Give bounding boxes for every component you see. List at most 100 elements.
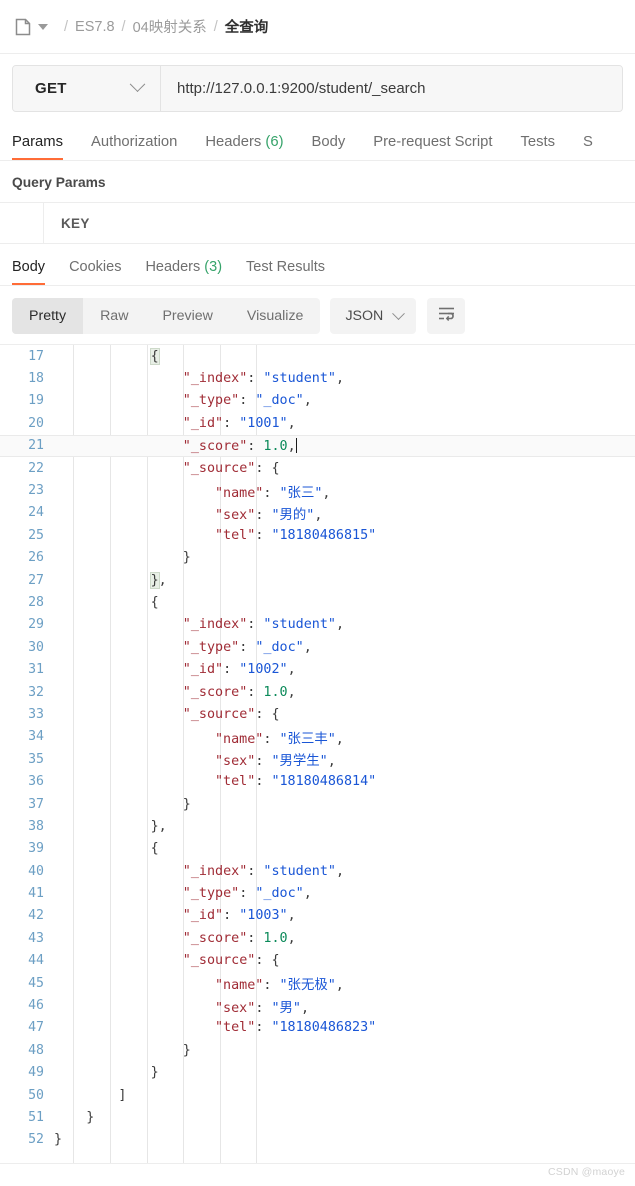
code-token: "student" — [263, 617, 336, 633]
code-line[interactable]: 38}, — [0, 815, 635, 837]
code-line[interactable]: 36 "tel": "18180486814" — [0, 770, 635, 792]
format-visualize-button[interactable]: Visualize — [230, 298, 321, 334]
code-token: : — [255, 527, 272, 543]
tab-authorization[interactable]: Authorization — [91, 134, 177, 160]
breadcrumb-separator-0: / — [64, 18, 69, 35]
tab-body[interactable]: Body — [312, 134, 346, 160]
code-line[interactable]: 47 "tel": "18180486823" — [0, 1017, 635, 1039]
code-line[interactable]: 44 "_source": { — [0, 950, 635, 972]
code-token: "tel" — [215, 527, 256, 543]
code-line[interactable]: 33 "_source": { — [0, 703, 635, 725]
breadcrumb-item-1[interactable]: 04映射关系 — [133, 16, 207, 37]
code-token: 1.0 — [263, 684, 288, 700]
code-line[interactable]: 22 "_source": { — [0, 457, 635, 479]
line-number: 50 — [28, 1087, 44, 1103]
code-line[interactable]: 42 "_id": "1003", — [0, 905, 635, 927]
document-icon[interactable] — [14, 17, 32, 37]
text-cursor — [295, 437, 298, 453]
breadcrumb-item-0[interactable]: ES7.8 — [75, 19, 115, 35]
code-text: { — [149, 347, 160, 365]
code-line[interactable]: 19 "_type": "_doc", — [0, 390, 635, 412]
code-line[interactable]: 29 "_index": "student", — [0, 614, 635, 636]
code-token: : — [239, 393, 256, 409]
tab-params[interactable]: Params — [12, 134, 63, 160]
code-token: "tel" — [215, 1020, 256, 1036]
code-line[interactable]: 23 "name": "张三", — [0, 479, 635, 501]
code-line[interactable]: 32 "_score": 1.0, — [0, 681, 635, 703]
tab-pre-request-script[interactable]: Pre-request Script — [373, 134, 492, 160]
select-all-checkbox-cell[interactable] — [0, 203, 44, 243]
response-tab-headers[interactable]: Headers (3) — [145, 259, 222, 285]
response-language-dropdown[interactable]: JSON — [330, 298, 417, 334]
code-line[interactable]: 24 "sex": "男的", — [0, 502, 635, 524]
wrap-lines-button[interactable] — [427, 298, 466, 334]
code-line[interactable]: 31 "_id": "1002", — [0, 658, 635, 680]
tab-pre-request-script-label: Pre-request Script — [373, 134, 493, 150]
code-token: : — [263, 978, 280, 994]
breadcrumb-item-current[interactable]: 全查询 — [225, 16, 269, 37]
tab-settings[interactable]: S — [583, 134, 593, 160]
code-line[interactable]: 39 { — [0, 838, 635, 860]
line-number: 45 — [28, 975, 44, 991]
code-token: ] — [118, 1087, 127, 1103]
line-number: 51 — [28, 1109, 44, 1125]
code-line[interactable]: 18 "_index": "student", — [0, 367, 635, 389]
code-line[interactable]: 40 "_index": "student", — [0, 860, 635, 882]
bracket-match: { — [149, 347, 160, 365]
code-line[interactable]: 50] — [0, 1084, 635, 1106]
format-preview-button[interactable]: Preview — [145, 298, 229, 334]
code-line[interactable]: 34 "name": "张三丰", — [0, 726, 635, 748]
code-token: "student" — [263, 371, 336, 387]
response-tab-test-results[interactable]: Test Results — [246, 259, 325, 285]
http-method-dropdown[interactable]: GET — [13, 66, 161, 111]
tab-headers[interactable]: Headers (6) — [205, 134, 283, 160]
line-number: 24 — [28, 505, 44, 521]
code-line[interactable]: 49} — [0, 1062, 635, 1084]
format-visualize-label: Visualize — [246, 308, 304, 324]
response-tab-cookies[interactable]: Cookies — [69, 259, 121, 285]
code-line[interactable]: 43 "_score": 1.0, — [0, 927, 635, 949]
code-token: : — [223, 662, 240, 678]
code-token: : — [255, 1000, 272, 1016]
code-token: "_type" — [182, 639, 240, 655]
format-pretty-button[interactable]: Pretty — [12, 298, 84, 334]
code-line[interactable]: 51} — [0, 1106, 635, 1128]
code-line[interactable]: 28 { — [0, 591, 635, 613]
code-line[interactable]: 37} — [0, 793, 635, 815]
code-line[interactable]: 45 "name": "张无极", — [0, 972, 635, 994]
format-raw-button[interactable]: Raw — [83, 298, 145, 334]
code-line[interactable]: 20 "_id": "1001", — [0, 412, 635, 434]
url-input[interactable]: http://127.0.0.1:9200/student/_search — [161, 66, 622, 111]
code-line[interactable]: 25 "tel": "18180486815" — [0, 524, 635, 546]
breadcrumb: / ES7.8 / 04映射关系 / 全查询 — [0, 0, 635, 54]
code-line[interactable]: 52} — [0, 1129, 635, 1151]
code-token: "tel" — [215, 774, 256, 790]
tab-tests[interactable]: Tests — [521, 134, 556, 160]
code-token: "_doc" — [255, 393, 304, 409]
caret-down-icon[interactable] — [38, 23, 48, 30]
code-line[interactable]: 17 { — [0, 345, 635, 367]
code-token: "18180486823" — [271, 1020, 377, 1036]
column-header-key-cell: KEY — [44, 203, 90, 243]
response-tab-body[interactable]: Body — [12, 259, 46, 285]
line-number: 43 — [28, 930, 44, 946]
request-tabs: Params Authorization Headers (6) Body Pr… — [0, 121, 635, 161]
tab-authorization-label: Authorization — [90, 134, 178, 150]
code-line[interactable]: 26} — [0, 547, 635, 569]
response-body-viewer[interactable]: 17 {18 "_index": "student", 19 "_type": "_do… — [0, 344, 635, 1164]
code-line[interactable]: 27}, — [0, 569, 635, 591]
code-line[interactable]: 30 "_type": "_doc", — [0, 636, 635, 658]
code-line[interactable]: 41 "_type": "_doc", — [0, 882, 635, 904]
code-token: , — [335, 617, 345, 633]
line-number: 30 — [28, 639, 44, 655]
code-text: "sex": "男的", — [215, 503, 322, 523]
http-method-label: GET — [35, 80, 67, 97]
code-text: "name": "张三", — [215, 481, 330, 501]
code-token: , — [335, 863, 345, 879]
code-line[interactable]: 21 "_score": 1.0, — [0, 434, 635, 457]
line-number: 34 — [28, 729, 44, 745]
line-number: 23 — [28, 483, 44, 499]
code-line[interactable]: 48} — [0, 1039, 635, 1061]
code-line[interactable]: 35 "sex": "男学生", — [0, 748, 635, 770]
code-line[interactable]: 46 "sex": "男", — [0, 994, 635, 1016]
